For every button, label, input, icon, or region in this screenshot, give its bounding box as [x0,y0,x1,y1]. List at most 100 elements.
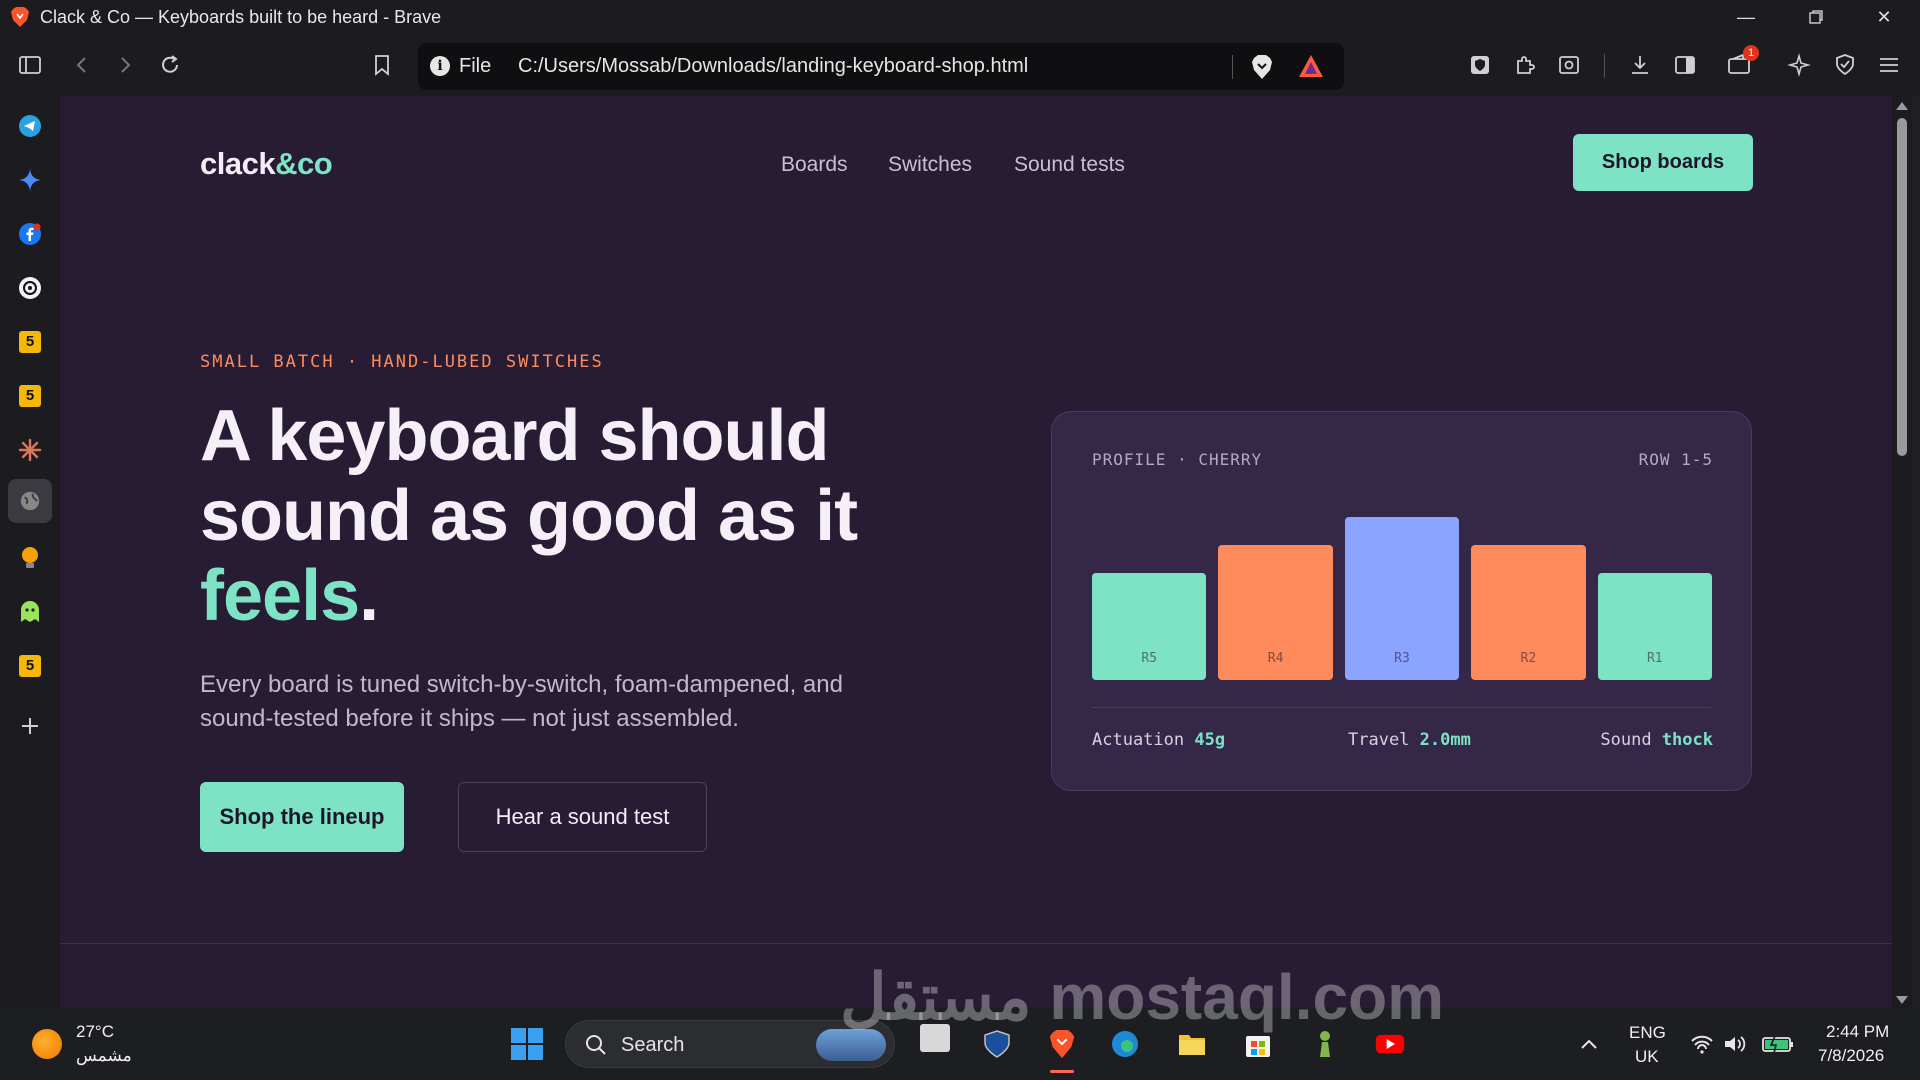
keycap-label: R5 [1141,651,1158,666]
restore-button[interactable] [1788,0,1844,34]
scroll-up-arrow-icon[interactable] [1896,102,1908,110]
minimize-icon: — [1737,6,1755,27]
language-code[interactable]: ENG [1629,1023,1666,1043]
volume-icon[interactable] [1723,1034,1747,1054]
shop-lineup-button[interactable]: Shop the lineup [200,782,404,852]
keyboard-layout[interactable]: UK [1635,1047,1659,1067]
url-scheme-label: File [459,55,492,77]
lightbulb-icon [22,547,38,568]
spec-travel-name: Travel [1348,730,1410,750]
search-label: Search [621,1034,685,1056]
sparkle-icon [1787,53,1811,77]
vpn-button[interactable] [1831,51,1859,79]
clock-date[interactable]: 7/8/2026 [1818,1046,1884,1066]
nav-link-sound-tests[interactable]: Sound tests [1014,153,1125,177]
keycap-label: R3 [1394,651,1410,666]
scrollbar-thumb[interactable] [1897,118,1907,456]
sun-weather-icon[interactable] [32,1029,62,1059]
brave-shields-icon[interactable] [1250,54,1274,80]
menu-button[interactable] [1875,51,1903,79]
brave-rewards-icon[interactable] [1298,54,1324,78]
spec-sound-value: thock [1661,730,1713,750]
keycap-label: R2 [1520,651,1537,666]
chevron-up-icon[interactable] [1578,1034,1600,1054]
claude-icon [18,438,42,462]
sidebar-item-messenger[interactable] [15,219,45,249]
shop-boards-button[interactable]: Shop boards [1573,134,1753,191]
weather-temp[interactable]: 27°C [76,1022,114,1042]
sidebar-item-five-1[interactable]: 5 [15,327,45,357]
window-title: Clack & Co — Keyboards built to be heard… [40,7,442,27]
clock-time[interactable]: 2:44 PM [1826,1022,1889,1042]
extensions-button[interactable] [1511,51,1539,79]
hero-subtext: Every board is tuned switch-by-switch, f… [200,671,843,732]
spec-actuation: Actuation 45g [1092,730,1225,750]
puzzle-icon [1517,56,1535,74]
vpn-shield-icon [1836,54,1854,76]
hero-headline: A keyboard should sound as good as it fe… [200,396,960,636]
windows-start-icon[interactable] [510,1027,544,1061]
keycap-profile-card: PROFILE · CHERRY ROW 1-5 R5 R4 R3 R2 R1 Actu… [1051,411,1752,791]
url-text[interactable]: C:/Users/Mossab/Downloads/landing-keyboa… [518,55,1028,78]
restore-icon [1809,10,1823,24]
reload-button[interactable] [156,51,184,79]
sidebar-item-ghost[interactable] [15,597,45,627]
headline-line-2: sound as good as it [200,476,858,556]
page-scrollbar[interactable] [1892,96,1912,1008]
close-icon: ✕ [1876,6,1892,27]
keycap-label: R4 [1267,651,1284,666]
sidebar-toggle-button[interactable] [16,51,44,79]
sidebar-item-globe[interactable] [8,479,52,523]
extension-shield-button[interactable] [1466,51,1494,79]
battery-charging-icon[interactable] [1762,1034,1794,1054]
sidebar-item-claude[interactable] [15,435,45,465]
toolbar-divider [1604,54,1605,78]
scroll-down-arrow-icon[interactable] [1896,996,1908,1004]
brave-logo-icon [11,7,29,27]
screenshot-button[interactable] [1555,51,1583,79]
keycap-r2: R2 [1471,545,1586,680]
spec-sound-name: Sound [1600,730,1652,750]
window-titlebar: Clack & Co — Keyboards built to be heard… [0,0,1920,34]
wifi-icon[interactable] [1690,1034,1714,1054]
spec-actuation-name: Actuation [1092,730,1185,750]
side-panel-icon [1675,56,1695,74]
spec-travel: Travel 2.0mm [1348,730,1471,750]
sidebar-item-telegram[interactable] [15,111,45,141]
leo-ai-button[interactable] [1785,51,1813,79]
spec-travel-value: 2.0mm [1419,730,1471,750]
sidebar-item-chatgpt[interactable] [15,273,45,303]
sidebar-item-five-3[interactable]: 5 [15,651,45,681]
browser-toolbar: i File C:/Users/Mossab/Downloads/landing… [0,34,1920,96]
sidebar-item-gemini[interactable] [15,165,45,195]
site-info-icon[interactable]: i [430,56,450,76]
downloads-button[interactable] [1626,51,1654,79]
sidebar-add-button[interactable] [15,711,45,741]
facebook-icon [19,223,41,245]
reload-icon [162,55,178,73]
hamburger-menu-icon [1880,58,1898,72]
keycap-r3: R3 [1344,517,1460,680]
close-button[interactable]: ✕ [1856,0,1912,34]
keycap-r4: R4 [1218,545,1333,680]
wallet-button[interactable]: 1 [1725,45,1759,79]
sidebar-item-bulb[interactable] [15,543,45,573]
mostaql-watermark: مستقل mostaql.com [840,961,1445,1033]
logo-main-text: clack [200,146,276,181]
side-panel-button[interactable] [1671,51,1699,79]
ghost-icon [21,601,39,622]
nav-link-boards[interactable]: Boards [781,153,848,177]
forward-button[interactable] [111,51,139,79]
minimize-button[interactable]: — [1718,0,1774,34]
active-app-indicator [1050,1070,1074,1073]
profile-label: PROFILE · CHERRY [1092,450,1263,469]
back-button[interactable] [68,51,96,79]
site-logo[interactable]: clack&co [200,146,333,182]
bookmark-button[interactable] [368,51,396,79]
urlbar-divider [1232,55,1233,79]
sidebar-item-five-2[interactable]: 5 [15,381,45,411]
hear-sound-test-button[interactable]: Hear a sound test [458,782,707,852]
nav-link-switches[interactable]: Switches [888,153,972,177]
card-divider [1092,707,1711,708]
address-bar[interactable]: i File C:/Users/Mossab/Downloads/landing… [418,43,1344,90]
